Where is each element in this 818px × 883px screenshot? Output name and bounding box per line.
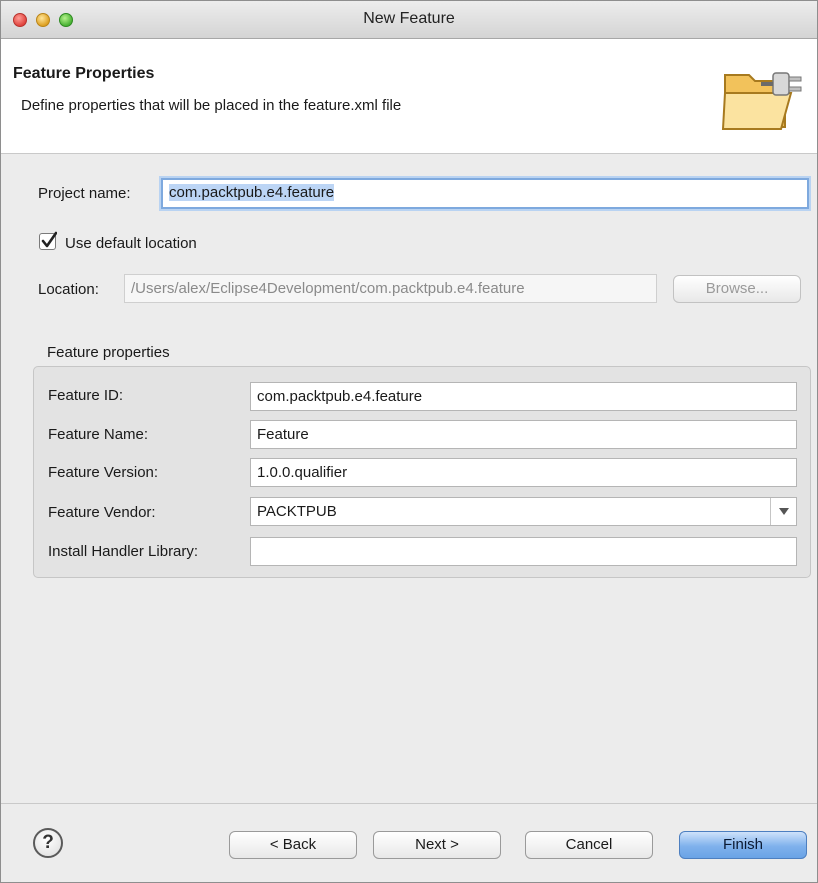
feature-id-input[interactable]: com.packtpub.e4.feature: [250, 382, 797, 411]
browse-button: Browse...: [673, 275, 801, 303]
window-title: New Feature: [363, 10, 455, 27]
folder-plug-icon: [721, 72, 802, 130]
cancel-button[interactable]: Cancel: [525, 831, 653, 859]
location-label: Location:: [38, 281, 99, 298]
feature-id-label: Feature ID:: [48, 387, 124, 404]
use-default-location-label[interactable]: Use default location: [65, 235, 197, 252]
use-default-location-checkbox[interactable]: [39, 231, 57, 250]
feature-vendor-value: PACKTPUB: [257, 503, 337, 520]
feature-version-label: Feature Version:: [48, 464, 159, 481]
new-feature-dialog: New Feature Feature Properties Define pr…: [0, 0, 818, 883]
finish-button[interactable]: Finish: [679, 831, 807, 859]
project-name-input[interactable]: com.packtpub.e4.feature: [161, 178, 809, 209]
feature-vendor-combo[interactable]: PACKTPUB: [250, 497, 797, 526]
footer-divider: [1, 803, 817, 804]
project-name-value: com.packtpub.e4.feature: [169, 184, 335, 201]
chevron-down-icon[interactable]: [770, 498, 796, 525]
project-name-label: Project name:: [38, 185, 131, 202]
install-handler-label: Install Handler Library:: [48, 543, 199, 560]
wizard-header: Feature Properties Define properties tha…: [1, 39, 817, 154]
install-handler-input[interactable]: [250, 537, 797, 566]
header-description: Define properties that will be placed in…: [21, 97, 402, 114]
checkmark-icon: [41, 231, 57, 248]
feature-vendor-label: Feature Vendor:: [48, 504, 156, 521]
feature-name-label: Feature Name:: [48, 426, 149, 443]
help-icon[interactable]: ?: [33, 828, 63, 858]
title-bar[interactable]: New Feature: [1, 1, 817, 39]
location-input: /Users/alex/Eclipse4Development/com.pack…: [124, 274, 657, 303]
feature-name-input[interactable]: Feature: [250, 420, 797, 449]
next-button[interactable]: Next >: [373, 831, 501, 859]
back-button[interactable]: < Back: [229, 831, 357, 859]
header-title: Feature Properties: [13, 65, 155, 82]
feature-version-input[interactable]: 1.0.0.qualifier: [250, 458, 797, 487]
feature-properties-group-label: Feature properties: [47, 344, 170, 361]
